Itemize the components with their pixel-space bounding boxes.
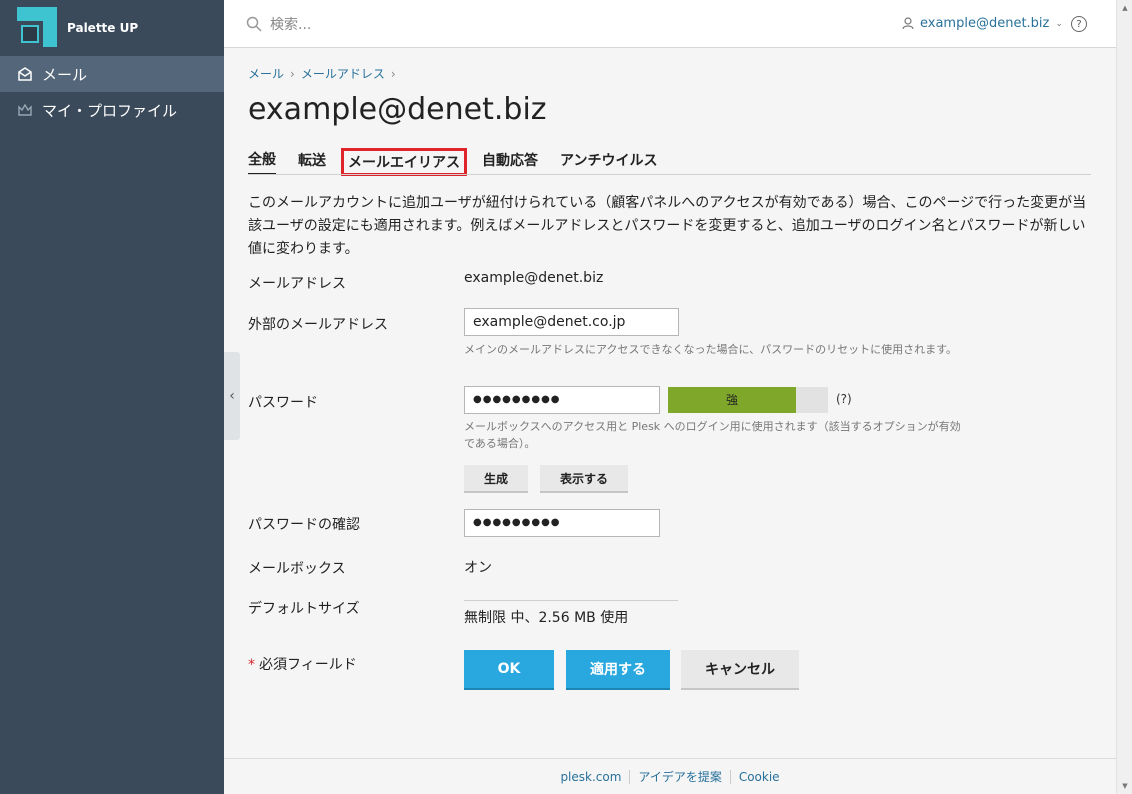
password-strength-help[interactable]: (?) [836,392,852,406]
user-menu[interactable]: example@denet.biz ⌄ [902,16,1063,31]
confirm-password-label: パスワードの確認 [248,517,360,533]
external-email-field[interactable]: example@denet.co.jp [464,308,679,336]
chevron-down-icon: ⌄ [1055,18,1063,29]
scrollbar[interactable]: ▲ ▼ [1116,0,1132,794]
tab-antivirus[interactable]: アンチウイルス [560,150,657,174]
mailbox-size-bar [464,600,678,601]
default-size-label: デフォルトサイズ [248,601,360,617]
required-label: 必須フィールド [259,657,357,673]
help-icon[interactable]: ? [1071,16,1087,32]
tab-general[interactable]: 全般 [248,149,276,175]
external-email-hint: メインのメールアドレスにアクセスできなくなった場合に、パスワードのリセットに使用… [464,343,958,356]
email-label: メールアドレス [248,276,346,292]
breadcrumb: メール › メールアドレス › [248,65,396,82]
tab-forwarding[interactable]: 転送 [298,150,326,174]
app-name: Palette UP [67,21,139,35]
page-title: example@denet.biz [248,92,547,127]
password-strength-meter: 強 [668,387,828,413]
tab-autoresponder[interactable]: 自動応答 [482,150,538,174]
sidebar-item-profile[interactable]: マイ・プロファイル [0,92,224,128]
user-icon [902,17,914,30]
required-star: * [248,657,255,673]
external-email-label: 外部のメールアドレス [248,317,388,333]
search-input[interactable]: 検索... [270,14,311,34]
mailbox-value: オン [464,560,492,576]
chevron-right-icon: › [290,66,295,81]
mail-icon [16,65,34,83]
password-strength-fill: 強 [668,387,796,413]
chevron-right-icon: › [390,66,396,81]
sidebar-item-mail[interactable]: メール [0,56,224,92]
tab-bar: 全般 転送 メールエイリアス 自動応答 アンチウイルス [248,148,679,176]
scroll-down-icon[interactable]: ▼ [1117,778,1132,794]
show-password-button[interactable]: 表示する [540,465,628,493]
description-text: このメールアカウントに追加ユーザが紐付けられている（顧客パネルへのアクセスが有効… [248,195,1087,257]
footer: plesk.com アイデアを提案 Cookie [224,758,1116,794]
tabs-divider [248,174,1091,175]
password-label: パスワード [248,395,318,411]
user-email: example@denet.biz [920,16,1050,31]
search-box[interactable]: 検索... [246,14,311,34]
mailbox-label: メールボックス [248,561,346,577]
required-note: * 必須フィールド [248,654,357,674]
breadcrumb-item-addresses[interactable]: メールアドレス [301,65,385,82]
email-value: example@denet.biz [464,270,604,286]
app-logo [17,7,59,49]
password-hint: メールボックスへのアクセス用と Plesk へのログイン用に使用されます（該当す… [464,420,961,450]
scroll-up-icon[interactable]: ▲ [1117,0,1132,16]
tab-mail-aliases[interactable]: メールエイリアス [341,148,467,176]
sidebar-item-label: メール [42,65,88,84]
sidebar-collapse-handle[interactable]: ‹ [224,352,240,440]
apply-button[interactable]: 適用する [566,650,670,690]
brand[interactable]: Palette UP [0,0,224,56]
breadcrumb-item-mail[interactable]: メール [248,65,284,82]
sidebar-item-label: マイ・プロファイル [42,101,178,120]
default-size-value: 無制限 中、2.56 MB 使用 [464,610,629,626]
ok-button[interactable]: OK [464,650,554,690]
search-icon [246,16,262,32]
password-field[interactable]: ●●●●●●●●● [464,386,660,414]
generate-button[interactable]: 生成 [464,465,528,493]
cancel-button[interactable]: キャンセル [681,650,799,690]
crown-icon [16,101,34,119]
chevron-left-icon: ‹ [229,388,235,404]
top-header: 検索... example@denet.biz ⌄ ? [224,0,1116,48]
footer-link-plesk[interactable]: plesk.com [552,770,629,784]
footer-link-idea[interactable]: アイデアを提案 [630,768,729,785]
footer-link-cookie[interactable]: Cookie [731,770,788,784]
sidebar: Palette UP メール マイ・プロファイル [0,0,224,794]
confirm-password-field[interactable]: ●●●●●●●●● [464,509,660,537]
